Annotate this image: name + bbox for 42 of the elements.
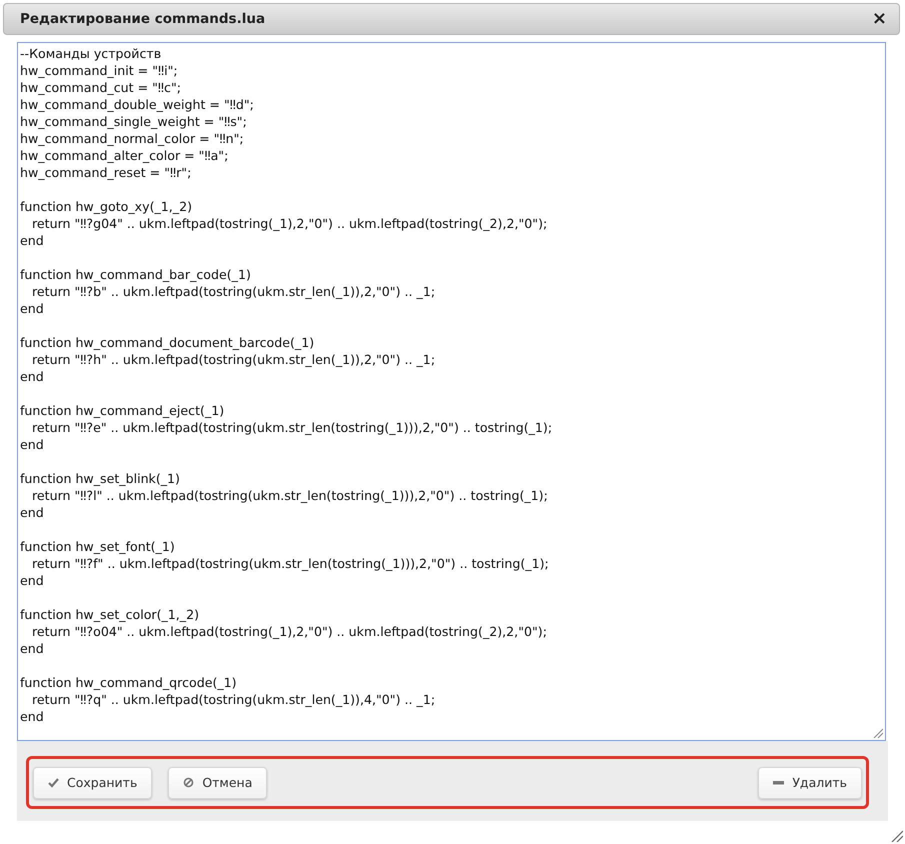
code-line: end	[20, 504, 44, 521]
code-line: end	[20, 300, 44, 317]
close-button[interactable]: ×	[872, 10, 887, 28]
cancel-icon	[183, 777, 194, 788]
resize-grip-icon[interactable]	[873, 728, 883, 738]
code-line: function hw_set_font(_1)	[20, 538, 175, 555]
code-line: return "‼?g04" .. ukm.leftpad(tostring(_1),2,"0") .. ukm.leftpad(tostring(_2),2,"0");	[31, 215, 548, 232]
code-line: hw_command_cut = "‼c";	[20, 79, 182, 96]
delete-button[interactable]: Удалить	[758, 766, 862, 798]
code-line: hw_command_normal_color = "‼n";	[20, 130, 244, 147]
cancel-button[interactable]: Отмена	[168, 766, 268, 798]
code-line: end	[20, 436, 44, 453]
code-line: return "‼?f" .. ukm.leftpad(tostring(ukm.str_len(tostring(_1))),2,"0") .. tostring(_1);	[31, 555, 549, 572]
code-line: end	[20, 572, 44, 589]
code-editor[interactable]	[17, 42, 886, 741]
code-line: hw_command_reset = "‼r";	[20, 164, 192, 181]
code-line: function hw_set_color(_1,_2)	[20, 606, 200, 623]
save-button[interactable]: Сохранить	[33, 766, 152, 798]
code-line: hw_command_init = "‼i";	[20, 62, 178, 79]
resize-grip-icon[interactable]	[891, 830, 903, 842]
code-line: --Команды устройств	[20, 45, 162, 62]
code-line: hw_command_alter_color = "‼a";	[20, 147, 228, 164]
code-line: return "‼?q" .. ukm.leftpad(tostring(ukm.str_len(_1)),4,"0") .. _1;	[31, 691, 436, 708]
check-icon	[48, 777, 59, 788]
code-line: hw_command_double_weight = "‼d";	[20, 96, 254, 113]
code-line: end	[20, 232, 44, 249]
code-line: return "‼?b" .. ukm.leftpad(tostring(ukm.str_len(_1)),2,"0") .. _1;	[31, 283, 436, 300]
code-line: function hw_command_document_barcode(_1)	[20, 334, 314, 351]
code-line: function hw_command_qrcode(_1)	[20, 674, 237, 691]
code-line: end	[20, 640, 44, 657]
window-title: Редактирование commands.lua	[20, 11, 266, 27]
code-line: end	[20, 708, 44, 725]
code-line: function hw_goto_xy(_1,_2)	[20, 198, 192, 215]
code-line: return "‼?l" .. ukm.leftpad(tostring(ukm.str_len(tostring(_1))),2,"0") .. tostring(_1);	[31, 487, 548, 504]
code-line: function hw_command_bar_code(_1)	[20, 266, 251, 283]
code-line: end	[20, 368, 44, 385]
code-line: function hw_command_eject(_1)	[20, 402, 224, 419]
code-line: return "‼?h" .. ukm.leftpad(tostring(ukm.str_len(_1)),2,"0") .. _1;	[31, 351, 436, 368]
code-line: function hw_set_blink(_1)	[20, 470, 180, 487]
code-line: hw_command_single_weight = "‼s";	[20, 113, 247, 130]
code-line: return "‼?e" .. ukm.leftpad(tostring(ukm.str_len(tostring(_1))),2,"0") .. tostring(_1);	[31, 419, 552, 436]
code-line: return "‼?o04" .. ukm.leftpad(tostring(_1),2,"0") .. ukm.leftpad(tostring(_2),2,"0");	[31, 623, 547, 640]
